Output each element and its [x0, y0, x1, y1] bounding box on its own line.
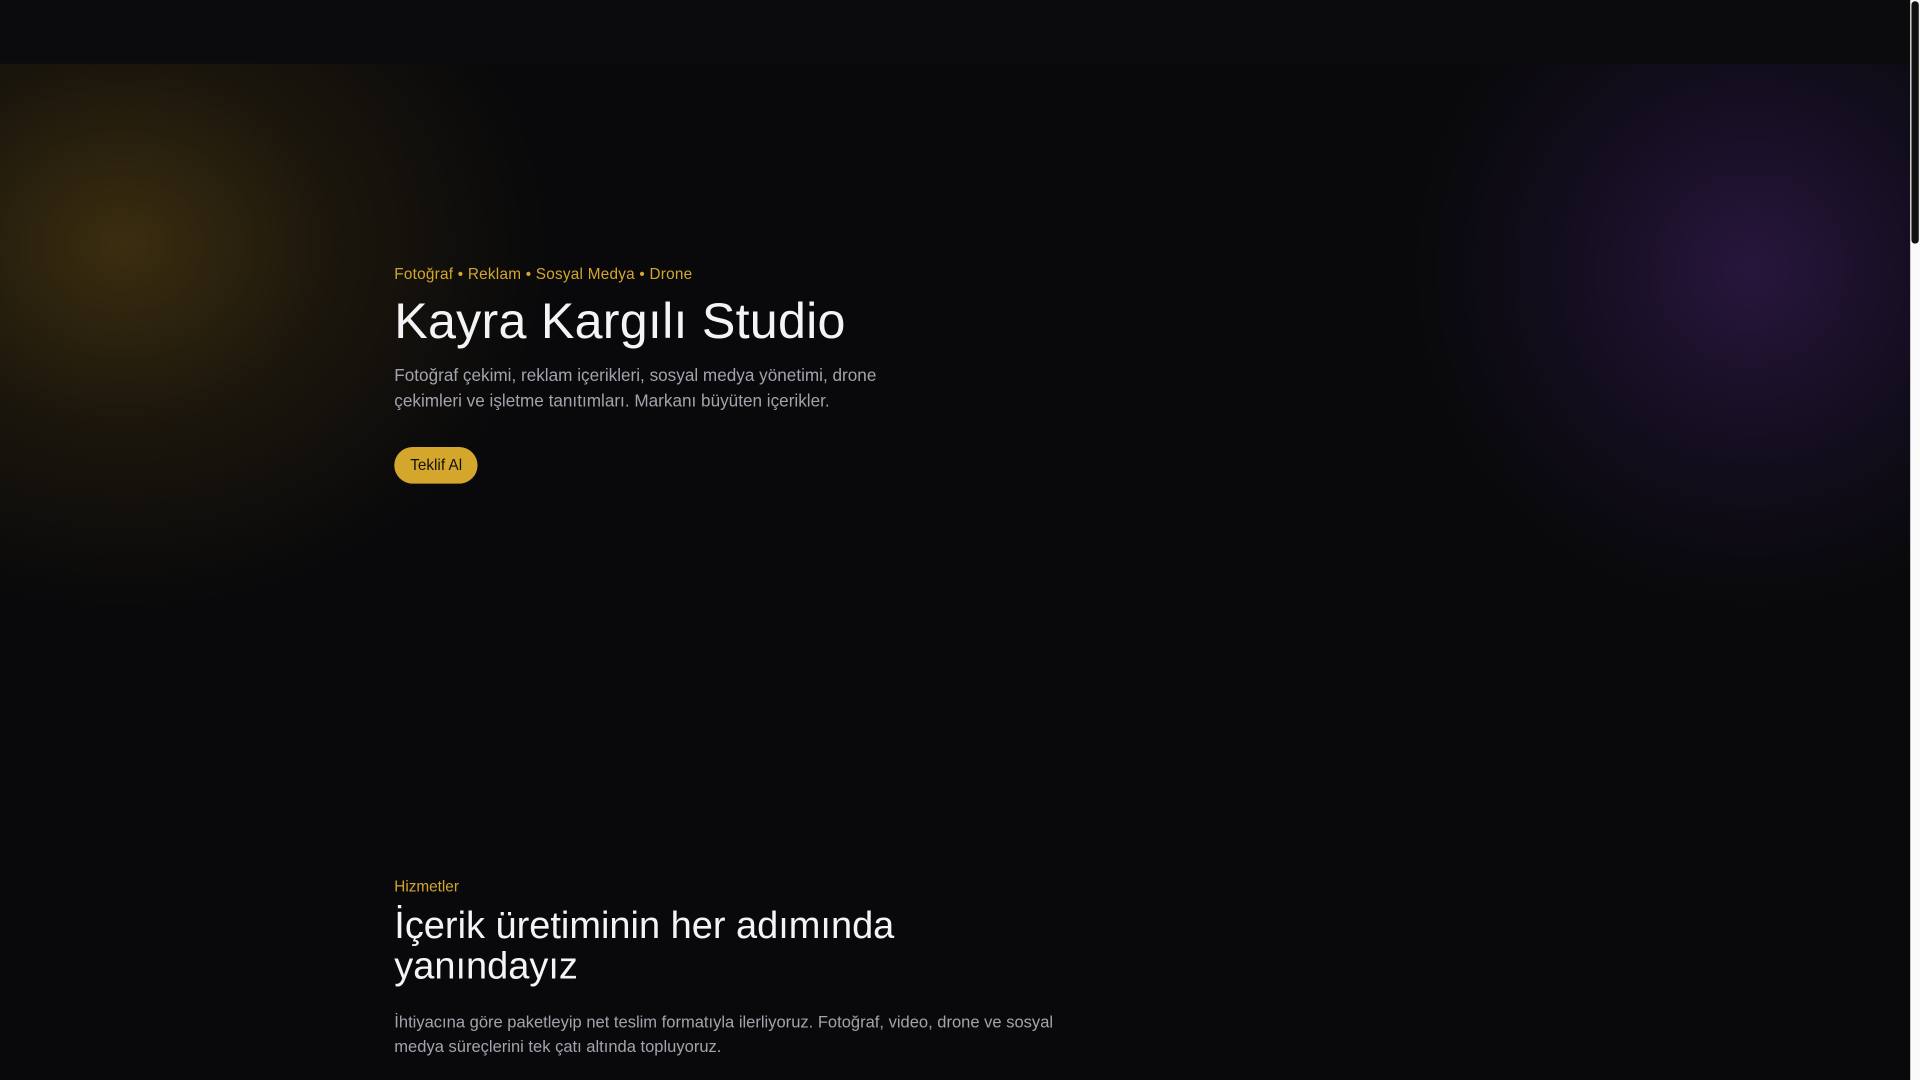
page: Fotoğraf • Reklam • Sosyal Medya • Drone…	[0, 0, 1920, 1080]
purple-glow-decoration	[1408, 0, 1920, 613]
services-description: İhtiyacına göre paketleyip net teslim fo…	[394, 1012, 1054, 1056]
services-section: Hizmetler İçerik üretiminin her adımında…	[394, 878, 1055, 1076]
get-quote-button[interactable]: Teklif Al	[394, 446, 479, 484]
hero-title: Kayra Kargılı Studio	[394, 292, 846, 349]
services-title: İçerik üretiminin her adımında yanındayı…	[394, 903, 895, 987]
hero-description: Fotoğraf çekimi, reklam içerikleri, sosy…	[394, 364, 877, 411]
scrollbar-thumb[interactable]	[1911, 1, 1919, 244]
hero-tags: Fotoğraf • Reklam • Sosyal Medya • Drone	[394, 265, 693, 283]
services-eyebrow: Hizmetler	[394, 877, 459, 896]
top-navbar	[0, 0, 1911, 64]
hero-section: Fotoğraf • Reklam • Sosyal Medya • Drone…	[394, 266, 957, 484]
